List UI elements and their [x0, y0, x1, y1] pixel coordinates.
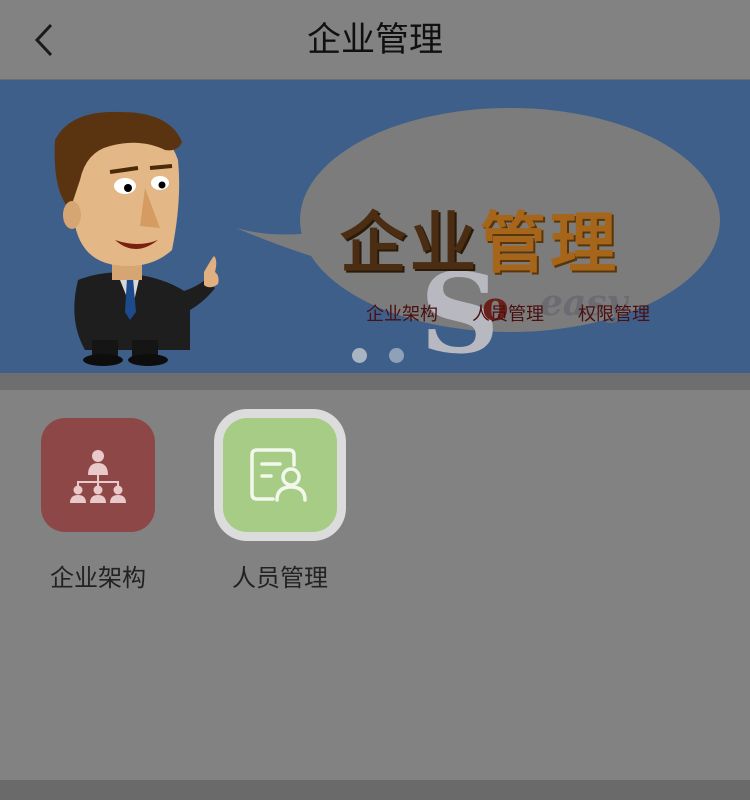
banner-feature-org: 企业架构 [366, 304, 438, 325]
banner-feature-list: 企业架构 人员管理 权限管理 [366, 300, 650, 326]
person-card-icon [250, 448, 307, 502]
tile-org-structure[interactable]: 企业架构 [18, 418, 178, 608]
cartoon-businessman [54, 111, 219, 366]
carousel-indicator [352, 348, 404, 363]
carousel-dot-1[interactable] [352, 348, 367, 363]
tile-org-structure-icon-bg [41, 418, 155, 532]
banner-title-part2: 管理 [480, 204, 620, 282]
tile-staff-management-icon-bg [223, 418, 337, 532]
banner-feature-permission: 权限管理 [578, 304, 650, 325]
bottom-bar [0, 780, 750, 800]
tile-org-structure-label: 企业架构 [50, 564, 146, 592]
tile-staff-management[interactable]: 人员管理 [200, 418, 360, 608]
section-divider [0, 373, 750, 390]
page-title: 企业管理 [307, 20, 443, 60]
tile-staff-management-label: 人员管理 [232, 564, 328, 592]
banner-title-part1: 企业 [340, 204, 480, 282]
promo-banner[interactable]: S o easy 企业管理 企业架构 人员管理 权限管理 [0, 80, 750, 373]
banner-feature-staff: 人员管理 [472, 304, 544, 325]
navigation-bar: 企业管理 [0, 0, 750, 80]
banner-title: 企业管理 [340, 190, 620, 286]
org-chart-icon [70, 450, 126, 503]
carousel-dot-2[interactable] [389, 348, 404, 363]
